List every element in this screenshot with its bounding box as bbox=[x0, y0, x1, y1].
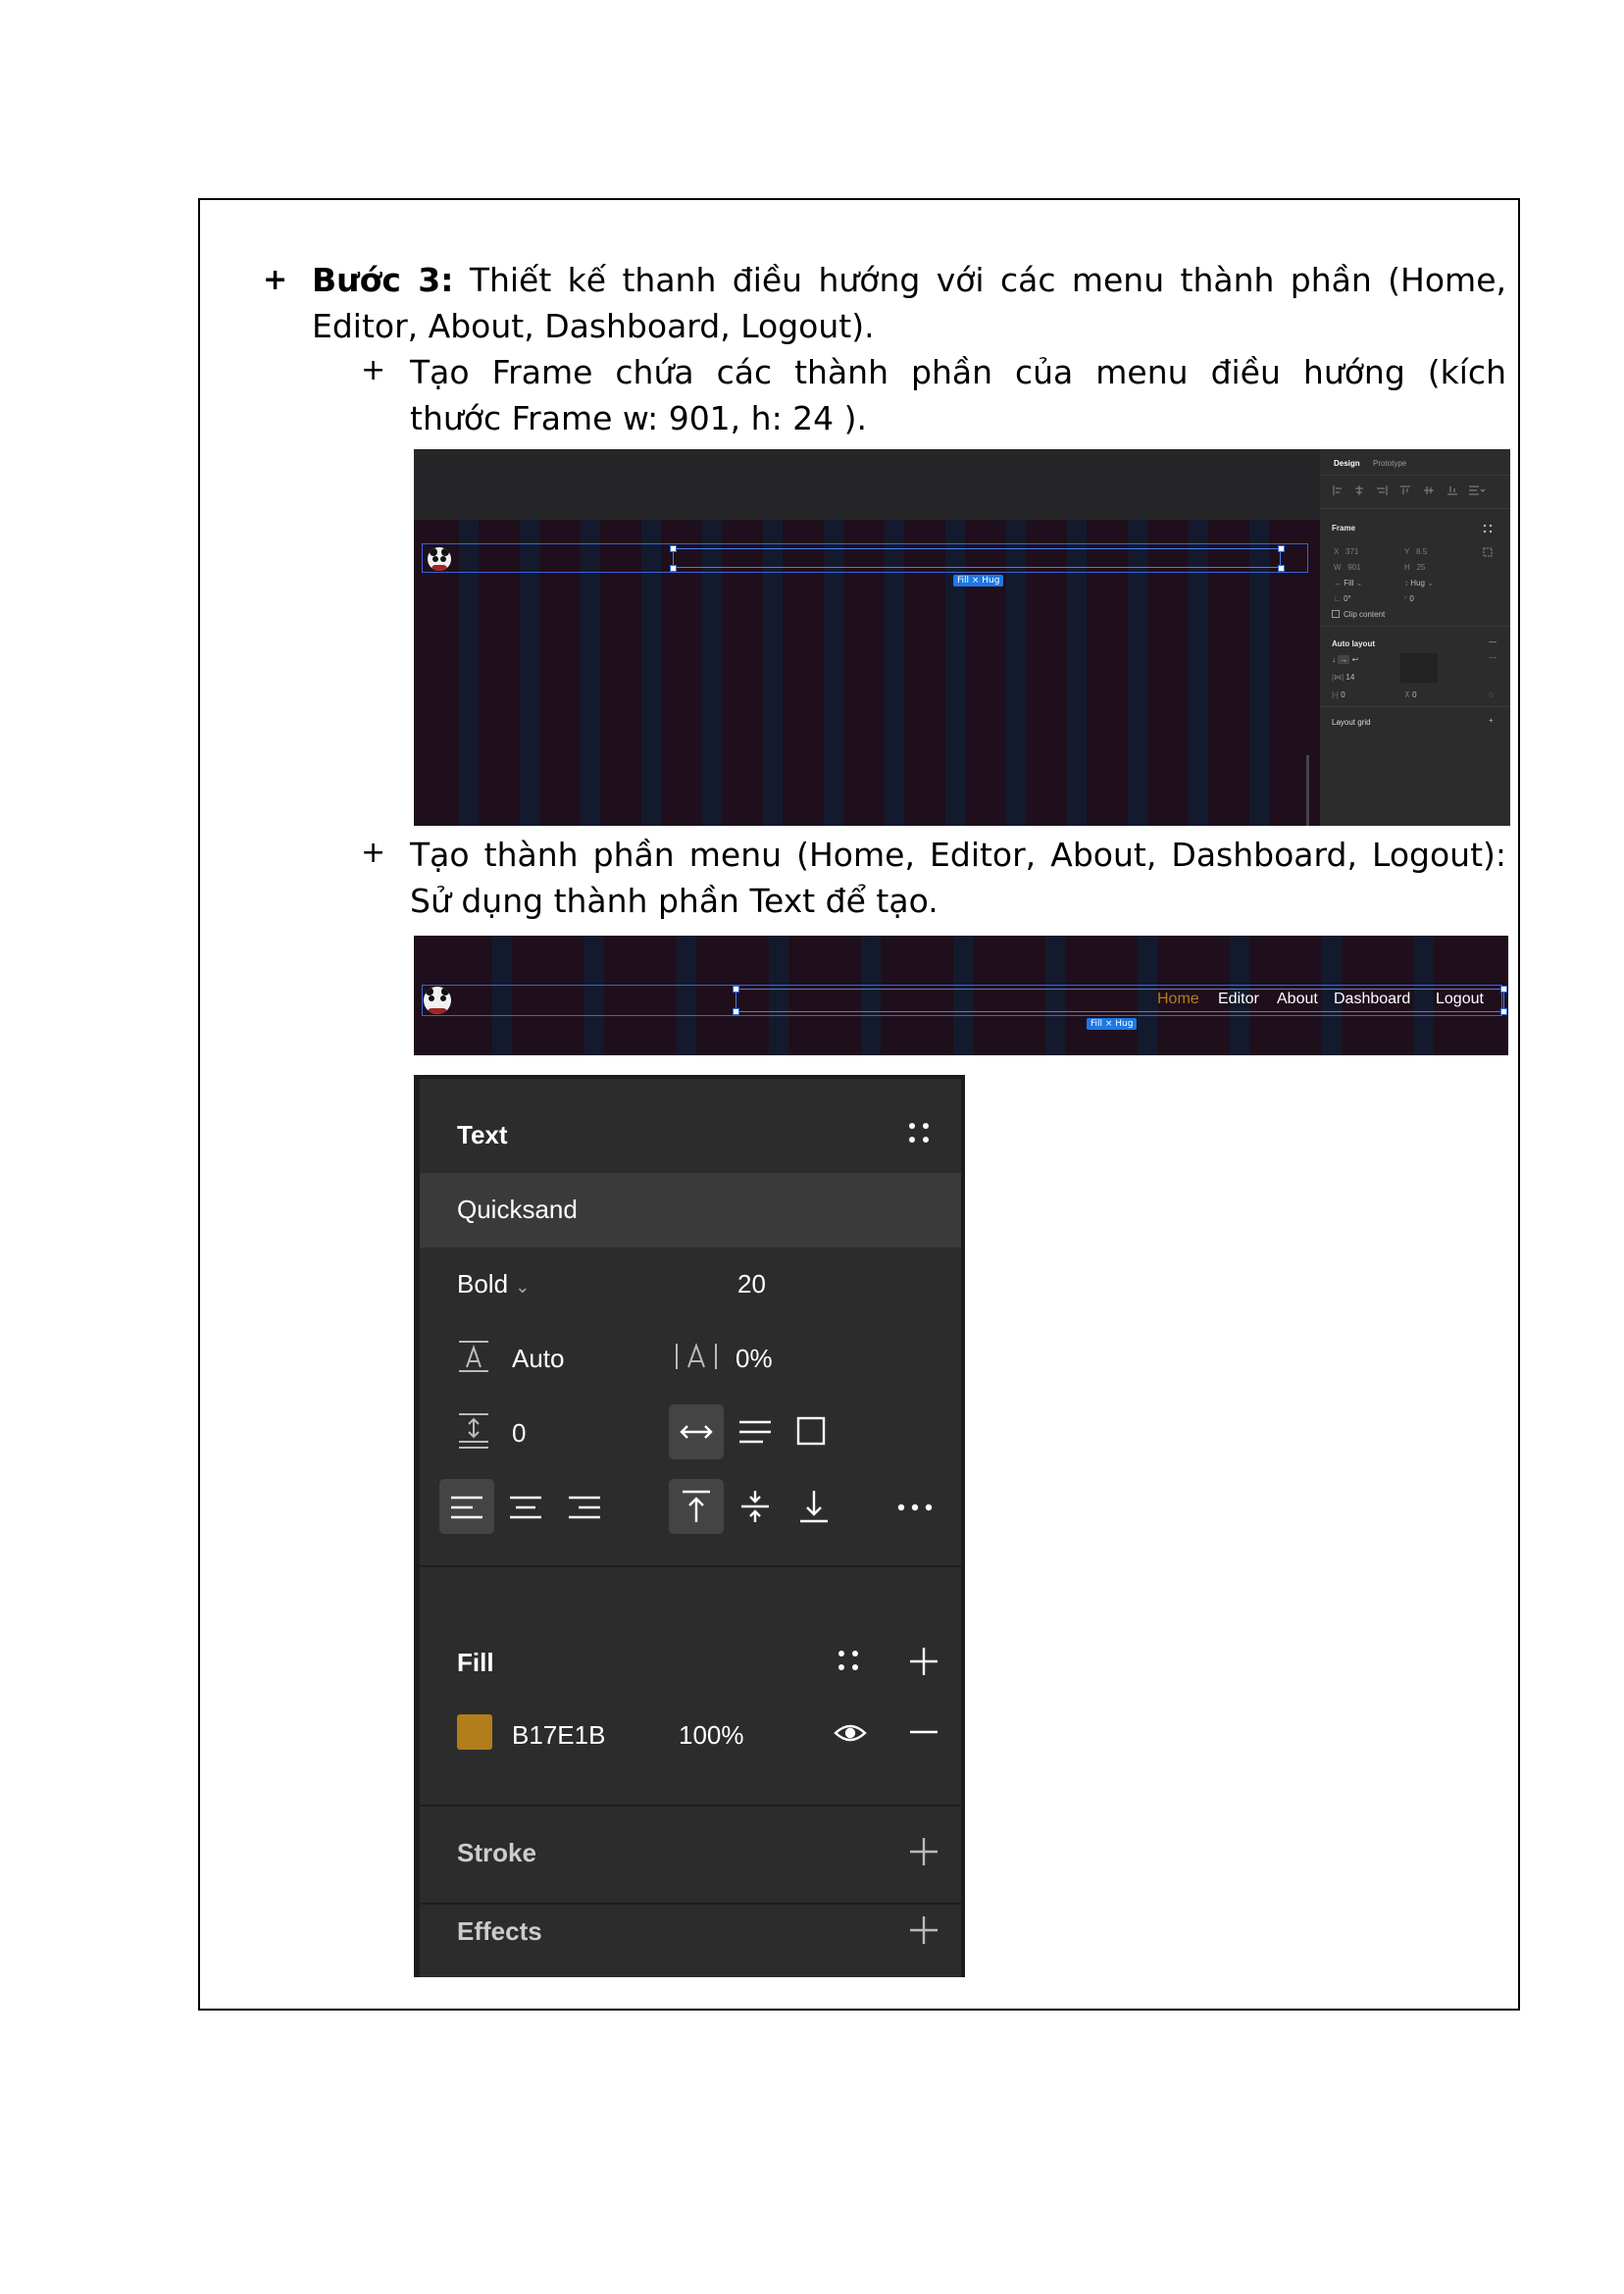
eye-icon[interactable] bbox=[834, 1722, 867, 1744]
x-value[interactable]: 371 bbox=[1345, 547, 1358, 556]
chevron-down-icon: ⌄ bbox=[515, 1277, 531, 1297]
design-panel: Design Prototype Frame X 371 Y 8.5 W 901 bbox=[1320, 449, 1510, 826]
text-section-title: Text bbox=[457, 1120, 508, 1149]
text-styles-icon[interactable] bbox=[908, 1122, 930, 1144]
menu-screenshot: Home Editor About Dashboard Logout Fill … bbox=[414, 936, 1508, 1055]
menu-editor[interactable]: Editor bbox=[1218, 991, 1259, 1008]
frame-screenshot: Fill × Hug Design Prototype Frame X 371 bbox=[414, 449, 1510, 826]
sub2-line-1: Tạo thành phần menu (Home, Editor, About… bbox=[410, 836, 1506, 874]
font-weight-select[interactable]: Bold ⌄ bbox=[457, 1269, 530, 1300]
sub2-paragraph: Tạo thành phần menu (Home, Editor, About… bbox=[410, 832, 1506, 924]
fixed-size-icon[interactable] bbox=[796, 1416, 826, 1446]
x-label: X bbox=[1334, 547, 1340, 556]
auto-layout-title: Auto layout bbox=[1332, 639, 1375, 648]
align-bottom-icon[interactable] bbox=[798, 1489, 830, 1524]
height-mode[interactable]: Hug bbox=[1410, 579, 1425, 587]
step-line-1: Bước 3: Thiết kế thanh điều hướng với cá… bbox=[312, 257, 1506, 303]
fill-section-title: Fill bbox=[457, 1648, 494, 1677]
add-layout-grid-icon[interactable]: + bbox=[1489, 716, 1494, 725]
align-right-icon[interactable] bbox=[567, 1495, 602, 1520]
align-center-icon[interactable] bbox=[508, 1495, 543, 1520]
sub2-line-2: Sử dụng thành phần Text để tạo. bbox=[410, 882, 939, 920]
clip-content-checkbox[interactable] bbox=[1332, 610, 1340, 618]
canvas-topbar bbox=[414, 449, 1320, 520]
h-label: H bbox=[1404, 563, 1410, 572]
auto-width-icon bbox=[680, 1425, 713, 1439]
frame-section-title[interactable]: Frame bbox=[1332, 524, 1355, 533]
add-fill-icon[interactable] bbox=[910, 1648, 938, 1675]
alignment-icons[interactable] bbox=[1332, 484, 1498, 496]
step-line-2: Editor, About, Dashboard, Logout). bbox=[312, 307, 875, 345]
design-canvas: Fill × Hug bbox=[414, 520, 1320, 826]
step-text-1: Thiết kế thanh điều hướng với các menu t… bbox=[469, 261, 1506, 299]
sub1-line-1: Tạo Frame chứa các thành phần của menu đ… bbox=[410, 353, 1506, 391]
canvas-scrollbar[interactable] bbox=[1306, 755, 1309, 826]
logo-avatar-2 bbox=[424, 987, 451, 1014]
nav-frame-selection[interactable] bbox=[673, 548, 1281, 568]
sub2-bullet: + bbox=[361, 836, 386, 870]
y-label: Y bbox=[1404, 547, 1410, 556]
fill-hex-value[interactable]: B17E1B bbox=[512, 1720, 605, 1751]
font-size-value[interactable]: 20 bbox=[737, 1269, 766, 1300]
effects-section-title: Effects bbox=[457, 1916, 542, 1946]
auto-height-icon[interactable] bbox=[737, 1418, 773, 1446]
step-label: Bước 3: bbox=[312, 261, 454, 299]
alignment-grid[interactable] bbox=[1400, 653, 1438, 683]
fill-styles-icon[interactable] bbox=[837, 1650, 859, 1671]
padding-horizontal[interactable]: 0 bbox=[1341, 690, 1345, 699]
remove-auto-layout-icon[interactable]: — bbox=[1489, 637, 1497, 646]
align-middle-icon[interactable] bbox=[739, 1489, 771, 1524]
text-properties-panel: Text Quicksand Bold ⌄ 20 Auto 0% 0 Fill … bbox=[414, 1075, 965, 1977]
tab-prototype[interactable]: Prototype bbox=[1373, 459, 1406, 468]
sub1-line-2: thước Frame w: 901, h: 24 ). bbox=[410, 399, 868, 437]
line-height-icon bbox=[459, 1341, 488, 1372]
step-bullet: + bbox=[263, 263, 288, 297]
menu-dashboard[interactable]: Dashboard bbox=[1334, 991, 1410, 1008]
clip-content-label: Clip content bbox=[1344, 610, 1386, 619]
more-icon[interactable]: ··· bbox=[1489, 653, 1497, 662]
w-label: W bbox=[1334, 563, 1342, 572]
fill-opacity-value[interactable]: 100% bbox=[679, 1720, 744, 1751]
direction-icons[interactable]: ↓ → ↩ bbox=[1332, 655, 1358, 664]
letter-spacing-value[interactable]: 0% bbox=[736, 1344, 773, 1374]
add-effect-icon[interactable] bbox=[910, 1916, 938, 1944]
add-stroke-icon[interactable] bbox=[910, 1838, 938, 1865]
grid-dots-icon[interactable] bbox=[1483, 524, 1493, 534]
rotation-value[interactable]: 0° bbox=[1344, 594, 1351, 603]
fill-color-swatch[interactable] bbox=[457, 1714, 492, 1750]
padding-toggle-icon[interactable]: ◌ bbox=[1489, 690, 1494, 699]
paragraph-spacing-value[interactable]: 0 bbox=[512, 1418, 526, 1449]
w-value[interactable]: 901 bbox=[1347, 563, 1360, 572]
step-paragraph: Bước 3: Thiết kế thanh điều hướng với cá… bbox=[312, 257, 1506, 349]
align-top-icon bbox=[683, 1490, 710, 1522]
sub1-bullet: + bbox=[361, 353, 386, 387]
line-height-value[interactable]: Auto bbox=[512, 1344, 565, 1374]
gap-value[interactable]: 14 bbox=[1345, 673, 1354, 682]
menu-home[interactable]: Home bbox=[1157, 991, 1199, 1008]
more-options-icon[interactable] bbox=[896, 1503, 934, 1512]
y-value[interactable]: 8.5 bbox=[1416, 547, 1427, 556]
h-value[interactable]: 25 bbox=[1416, 563, 1425, 572]
menu-about[interactable]: About bbox=[1277, 991, 1318, 1008]
remove-fill-icon[interactable] bbox=[910, 1730, 938, 1734]
size-badge: Fill × Hug bbox=[953, 575, 1004, 586]
width-mode[interactable]: Fill bbox=[1344, 579, 1353, 587]
padding-vertical[interactable]: 0 bbox=[1412, 690, 1416, 699]
radius-value[interactable]: 0 bbox=[1409, 594, 1413, 603]
font-family-value[interactable]: Quicksand bbox=[457, 1195, 578, 1225]
logo-avatar bbox=[428, 547, 451, 571]
letter-spacing-icon bbox=[676, 1343, 717, 1369]
tab-design[interactable]: Design bbox=[1334, 459, 1360, 468]
size-badge-2: Fill × Hug bbox=[1087, 1018, 1138, 1030]
stroke-section-title: Stroke bbox=[457, 1838, 536, 1867]
paragraph-spacing-icon bbox=[459, 1413, 488, 1449]
layout-grid-title: Layout grid bbox=[1332, 718, 1371, 727]
sub1-paragraph: Tạo Frame chứa các thành phần của menu đ… bbox=[410, 349, 1506, 441]
align-left-icon bbox=[451, 1496, 482, 1519]
font-weight-value: Bold bbox=[457, 1269, 509, 1299]
menu-logout[interactable]: Logout bbox=[1436, 991, 1484, 1008]
constraints-icon[interactable] bbox=[1483, 547, 1493, 557]
